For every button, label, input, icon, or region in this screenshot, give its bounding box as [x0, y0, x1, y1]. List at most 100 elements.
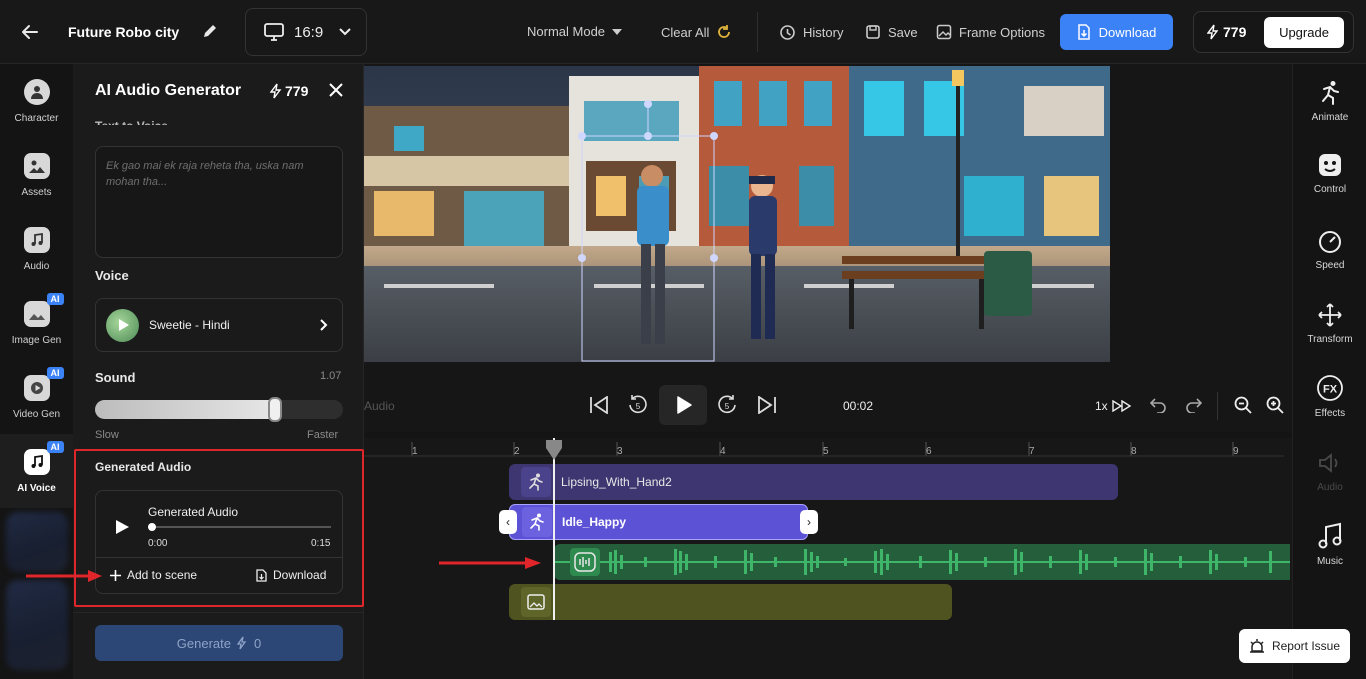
rail-item-video-gen[interactable]: AI Video Gen — [0, 360, 73, 434]
clear-all-button[interactable]: Clear All — [661, 24, 732, 40]
tick-label: 7 — [1029, 446, 1035, 457]
rail-item-speed[interactable]: Speed — [1293, 228, 1366, 271]
playhead-marker-icon[interactable] — [545, 440, 563, 460]
tick-label: 1 — [412, 446, 418, 457]
annotation-arrow-icon — [439, 556, 543, 570]
voice-play-icon — [106, 308, 139, 342]
tick-label: 9 — [1233, 446, 1239, 457]
rail-item-label: Music — [1316, 556, 1344, 567]
sound-label: Sound — [95, 370, 136, 385]
forward-5-icon[interactable]: 5 — [716, 394, 738, 416]
animate-icon — [1318, 80, 1342, 106]
mode-label: Normal Mode — [527, 24, 606, 39]
rewind-5-icon[interactable]: 5 — [627, 394, 649, 416]
clear-all-label: Clear All — [661, 24, 710, 40]
audio-track[interactable] — [554, 544, 1290, 580]
rail-item-character[interactable]: Character — [0, 64, 73, 138]
svg-text:5: 5 — [725, 402, 730, 411]
track-lipsing-with-hand2[interactable]: Lipsing_With_Hand2 — [509, 464, 1118, 500]
rail-item-ai-voice[interactable]: AI AI Voice — [0, 434, 73, 508]
rail-item-label: Transform — [1307, 334, 1353, 345]
generate-button[interactable]: Generate 0 — [95, 625, 343, 661]
report-issue-button[interactable]: Report Issue — [1239, 629, 1350, 663]
rail-item-image-gen[interactable]: AI Image Gen — [0, 286, 73, 360]
history-label: History — [803, 25, 844, 40]
trim-handle-left[interactable]: ‹ — [499, 510, 517, 534]
skip-back-icon[interactable] — [589, 396, 609, 414]
rail-item-transform[interactable]: Transform — [1293, 302, 1366, 345]
playback-time: 00:02 — [843, 399, 874, 413]
background-track[interactable] — [509, 584, 952, 620]
track-name: Idle_Happy — [562, 515, 627, 529]
project-title: Future Robo city — [68, 24, 180, 40]
upgrade-button[interactable]: Upgrade — [1264, 17, 1344, 48]
save-label: Save — [888, 24, 918, 40]
rail-item-audio: Audio — [1293, 450, 1366, 493]
play-button[interactable] — [659, 385, 707, 425]
trim-handle-right[interactable]: › — [800, 510, 818, 534]
aspect-ratio-select[interactable]: 16:9 — [245, 8, 367, 56]
rail-item-label: Image Gen — [11, 334, 62, 346]
divider — [73, 612, 364, 613]
zoom-in-icon[interactable] — [1266, 396, 1284, 414]
rail-item-label: Control — [1313, 184, 1347, 195]
controls-left-label: Audio — [364, 399, 395, 413]
rail-item-label: Audio — [1317, 482, 1343, 493]
history-button[interactable]: History — [779, 24, 843, 41]
rail-item-effects[interactable]: FX Effects — [1293, 374, 1366, 419]
audio-speaker-icon — [1317, 450, 1343, 476]
image-icon — [936, 24, 952, 40]
rail-item-label: Video Gen — [12, 408, 61, 420]
sound-slider-thumb[interactable] — [268, 397, 282, 422]
edit-pencil-icon[interactable] — [201, 22, 219, 40]
undo-icon[interactable] — [1149, 397, 1167, 413]
rail-item-control[interactable]: Control — [1293, 152, 1366, 195]
aspect-ratio-value: 16:9 — [294, 23, 324, 41]
sound-slider[interactable] — [95, 397, 343, 422]
track-name: Lipsing_With_Hand2 — [561, 475, 672, 489]
rail-item-audio[interactable]: Audio — [0, 212, 73, 286]
save-button[interactable]: Save — [865, 24, 918, 40]
rail-item-label: Speed — [1315, 260, 1345, 271]
voice-label: Voice — [95, 268, 129, 283]
rail-item-label: Effects — [1314, 408, 1346, 419]
back-arrow-icon[interactable] — [20, 22, 40, 42]
panel-credits-value: 779 — [285, 83, 309, 99]
close-icon[interactable] — [328, 82, 344, 98]
svg-text:FX: FX — [1323, 384, 1338, 396]
right-rail: Animate Control Speed Transform FX Effec… — [1292, 64, 1366, 679]
chevron-down-icon — [339, 28, 351, 36]
playhead[interactable] — [553, 438, 555, 620]
scene-canvas[interactable] — [364, 66, 1110, 362]
tick-label: 8 — [1131, 446, 1137, 457]
canvas-area — [364, 64, 1292, 382]
svg-text:5: 5 — [636, 402, 641, 411]
mode-select[interactable]: Normal Mode — [527, 24, 623, 39]
audio-waveform-icon — [570, 548, 600, 576]
annotation-highlight-box — [74, 449, 364, 607]
voice-select[interactable]: Sweetie - Hindi — [95, 298, 343, 352]
download-button[interactable]: Download — [1060, 14, 1173, 50]
frame-options-button[interactable]: Frame Options — [936, 24, 1045, 40]
playback-controls: Audio 5 5 00:02 1x — [364, 382, 1292, 432]
caret-down-icon — [612, 28, 623, 35]
panel-title: AI Audio Generator — [95, 82, 242, 99]
control-icon — [1317, 152, 1343, 178]
video-gen-icon: AI — [23, 366, 64, 401]
blurred-thumbnail — [6, 580, 68, 670]
rail-item-animate[interactable]: Animate — [1293, 80, 1366, 123]
skip-forward-icon[interactable] — [757, 396, 777, 414]
divider — [1217, 392, 1218, 420]
running-figure-icon — [522, 507, 552, 537]
rail-item-assets[interactable]: Assets — [0, 138, 73, 212]
character-icon — [23, 78, 50, 105]
panel-credits: 779 — [270, 83, 308, 99]
zoom-out-icon[interactable] — [1234, 396, 1252, 414]
redo-icon[interactable] — [1185, 397, 1203, 413]
rail-item-label: Assets — [21, 186, 52, 198]
playback-speed-button[interactable]: 1x — [1095, 399, 1132, 413]
rail-item-music[interactable]: Music — [1293, 522, 1366, 567]
tick-label: 5 — [823, 446, 829, 457]
text-to-voice-input[interactable]: Ek gao mai ek raja reheta tha, uska nam … — [95, 146, 343, 258]
report-issue-label: Report Issue — [1271, 639, 1341, 653]
